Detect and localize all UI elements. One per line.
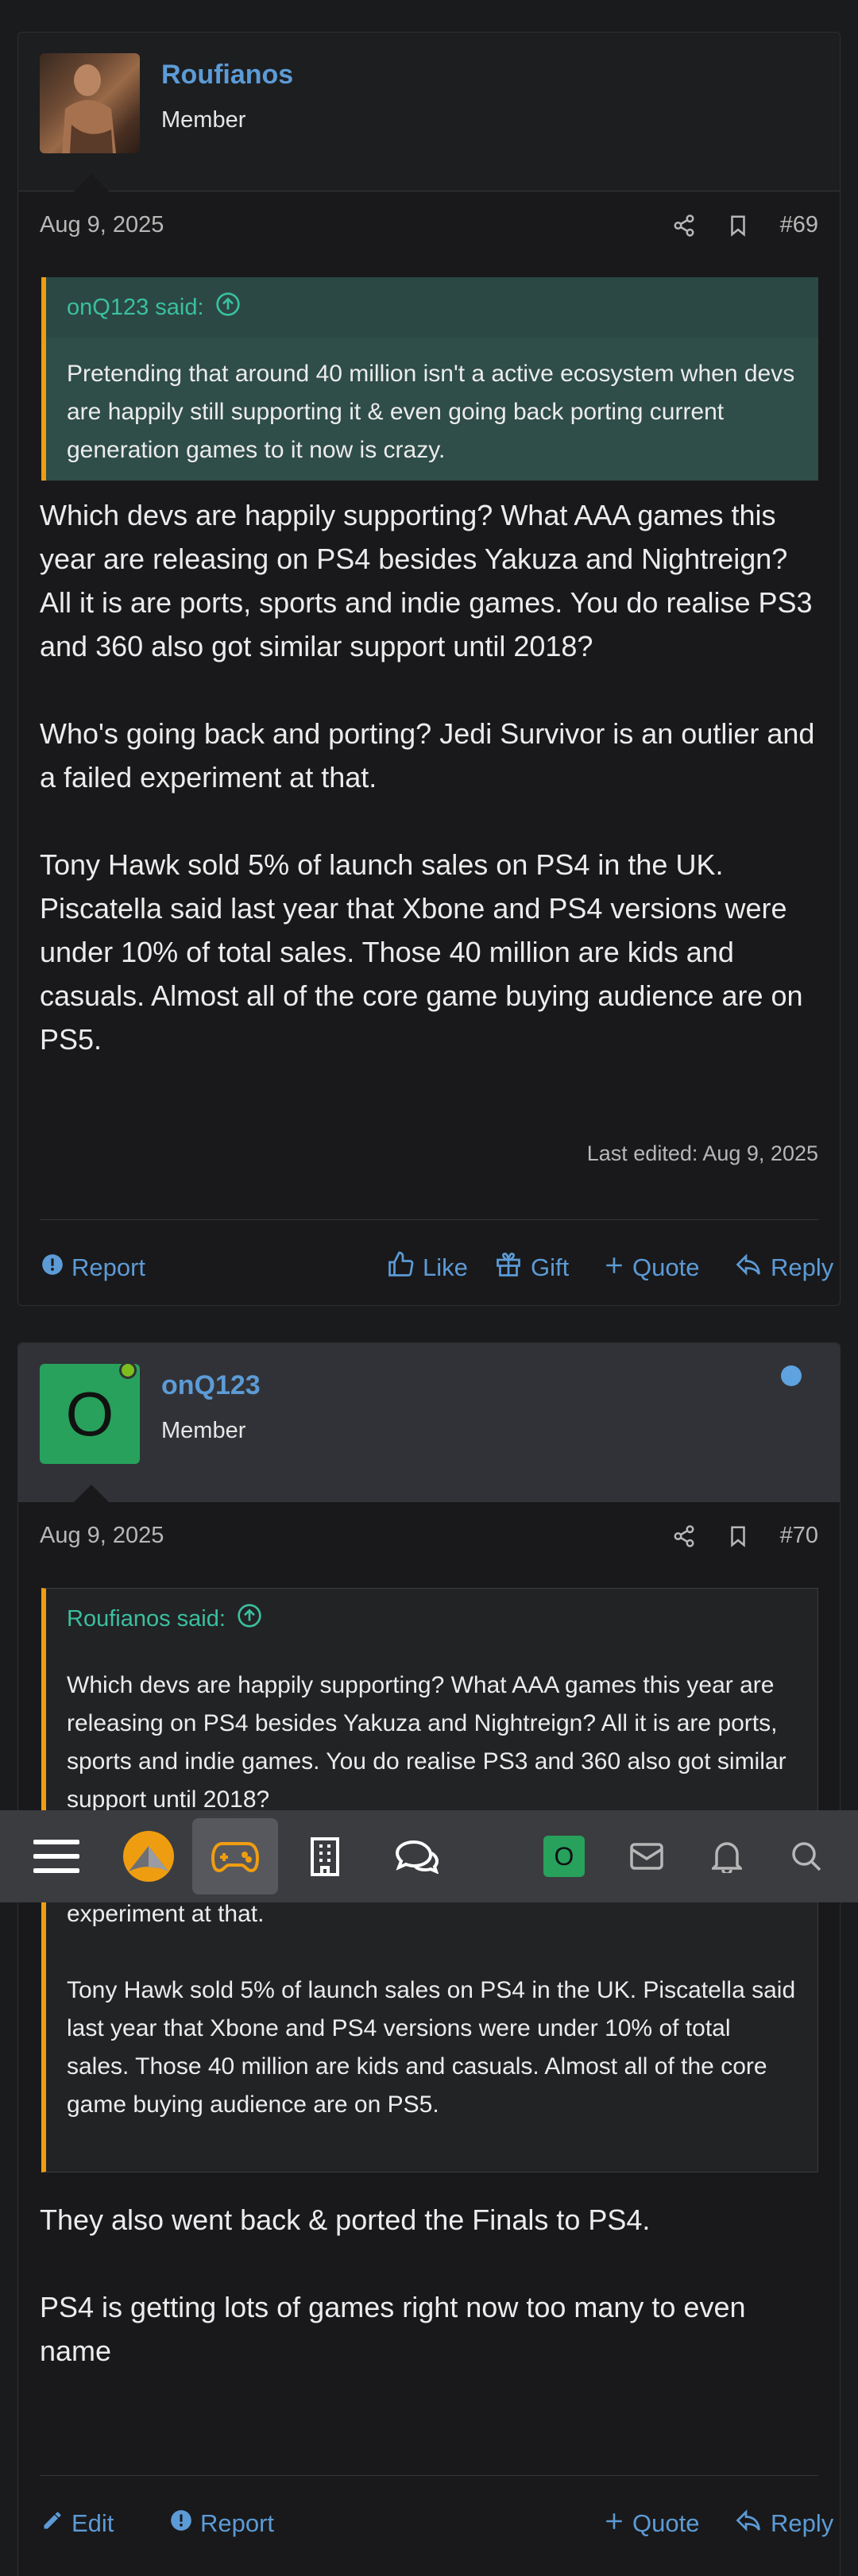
reply-label: Reply bbox=[771, 1253, 834, 1281]
quote-label: Quote bbox=[632, 1253, 700, 1281]
post-number[interactable]: #70 bbox=[780, 1523, 818, 1549]
post-body: They also went back & ported the Finals … bbox=[40, 2198, 818, 2416]
thumbs-up-icon bbox=[386, 1250, 415, 1285]
building-icon[interactable] bbox=[297, 1810, 353, 1902]
quote-label: Quote bbox=[632, 2509, 700, 2537]
bottom-navbar: O bbox=[0, 1810, 858, 1902]
header-arrow bbox=[74, 1485, 109, 1502]
post-body: Which devs are happily supporting? What … bbox=[40, 493, 818, 1105]
like-label: Like bbox=[423, 1253, 468, 1281]
share-icon[interactable] bbox=[672, 1524, 696, 1548]
quote-block: onQ123 said: Pretending that around 40 m… bbox=[41, 277, 818, 481]
pencil-icon bbox=[41, 2509, 64, 2538]
reply-icon bbox=[734, 2506, 763, 2541]
quote-paragraph: Which devs are happily supporting? What … bbox=[67, 1672, 786, 1813]
header-arrow bbox=[74, 174, 109, 191]
post-meta: Aug 9, 2025 #70 bbox=[40, 1523, 818, 1554]
post-70: O onQ123 Member Aug 9, 2025 #70 Roufiano… bbox=[17, 1342, 841, 2576]
mail-icon[interactable] bbox=[626, 1810, 667, 1902]
user-title: Member bbox=[161, 107, 246, 133]
post-user-header: Roufianos Member bbox=[18, 33, 840, 191]
gamepad-icon[interactable] bbox=[199, 1810, 272, 1902]
bell-icon[interactable] bbox=[707, 1810, 747, 1902]
plus-icon bbox=[604, 1253, 624, 1282]
report-label: Report bbox=[72, 1253, 146, 1281]
report-label: Report bbox=[200, 2509, 275, 2537]
search-icon[interactable] bbox=[786, 1810, 826, 1902]
post-paragraph: Which devs are happily supporting? What … bbox=[40, 499, 813, 662]
quote-button[interactable]: Quote bbox=[604, 1220, 699, 1315]
post-69: Roufianos Member Aug 9, 2025 #69 onQ123 … bbox=[17, 32, 841, 1306]
plus-icon bbox=[604, 2509, 624, 2538]
post-meta: Aug 9, 2025 #69 bbox=[40, 212, 818, 244]
like-button[interactable]: Like bbox=[386, 1220, 468, 1315]
post-actions: Edit Report Quote Reply bbox=[40, 2475, 833, 2571]
quote-paragraph: Pretending that around 40 million isn't … bbox=[67, 361, 795, 463]
nav-avatar-letter[interactable]: O bbox=[543, 1836, 585, 1877]
reply-icon bbox=[734, 1250, 763, 1285]
edit-label: Edit bbox=[72, 2509, 114, 2537]
post-date[interactable]: Aug 9, 2025 bbox=[40, 1523, 164, 1549]
reply-button[interactable]: Reply bbox=[734, 1220, 833, 1315]
gift-icon bbox=[494, 1250, 523, 1285]
quote-author[interactable]: Roufianos said: bbox=[67, 1606, 226, 1632]
report-button[interactable]: Report bbox=[170, 2476, 274, 2571]
alert-icon bbox=[41, 1253, 64, 1282]
online-indicator bbox=[119, 1361, 137, 1379]
username[interactable]: Roufianos bbox=[161, 60, 293, 91]
alert-icon bbox=[170, 2509, 192, 2538]
quote-header[interactable]: Roufianos said: bbox=[46, 1589, 817, 1649]
quote-paragraph: Tony Hawk sold 5% of launch sales on PS4… bbox=[67, 1977, 796, 2118]
avatar[interactable]: O bbox=[542, 1810, 586, 1902]
post-paragraph: Who's going back and porting? Jedi Survi… bbox=[40, 717, 815, 794]
post-date[interactable]: Aug 9, 2025 bbox=[40, 212, 164, 238]
reply-label: Reply bbox=[771, 2509, 834, 2537]
quote-body: Pretending that around 40 million isn't … bbox=[46, 338, 818, 469]
post-paragraph: PS4 is getting lots of games right now t… bbox=[40, 2291, 746, 2367]
jump-up-icon[interactable] bbox=[237, 1603, 262, 1635]
post-number[interactable]: #69 bbox=[780, 212, 818, 238]
chat-icon[interactable] bbox=[389, 1810, 445, 1902]
gift-button[interactable]: Gift bbox=[494, 1220, 569, 1315]
last-edited: Last edited: Aug 9, 2025 bbox=[586, 1141, 818, 1165]
report-button[interactable]: Report bbox=[41, 1220, 145, 1315]
post-paragraph: They also went back & ported the Finals … bbox=[40, 2203, 651, 2236]
share-icon[interactable] bbox=[672, 214, 696, 238]
edit-button[interactable]: Edit bbox=[41, 2476, 114, 2571]
quote-header[interactable]: onQ123 said: bbox=[46, 277, 818, 338]
site-logo-icon[interactable] bbox=[121, 1810, 176, 1902]
bookmark-icon[interactable] bbox=[726, 1524, 750, 1548]
post-paragraph: Tony Hawk sold 5% of launch sales on PS4… bbox=[40, 848, 803, 1056]
username[interactable]: onQ123 bbox=[161, 1370, 261, 1401]
gift-label: Gift bbox=[531, 1253, 570, 1281]
quote-author[interactable]: onQ123 said: bbox=[67, 295, 204, 321]
avatar[interactable] bbox=[40, 53, 140, 153]
post-user-header: O onQ123 Member bbox=[18, 1343, 840, 1502]
user-title: Member bbox=[161, 1418, 246, 1443]
jump-up-icon[interactable] bbox=[215, 292, 241, 323]
unread-indicator[interactable] bbox=[781, 1365, 802, 1386]
reply-button[interactable]: Reply bbox=[734, 2476, 833, 2571]
avatar[interactable]: O bbox=[40, 1364, 140, 1464]
quote-button[interactable]: Quote bbox=[604, 2476, 699, 2571]
bookmark-icon[interactable] bbox=[726, 214, 750, 238]
post-actions: Report Like Gift Quote Reply bbox=[40, 1219, 833, 1315]
menu-icon[interactable] bbox=[29, 1810, 84, 1902]
